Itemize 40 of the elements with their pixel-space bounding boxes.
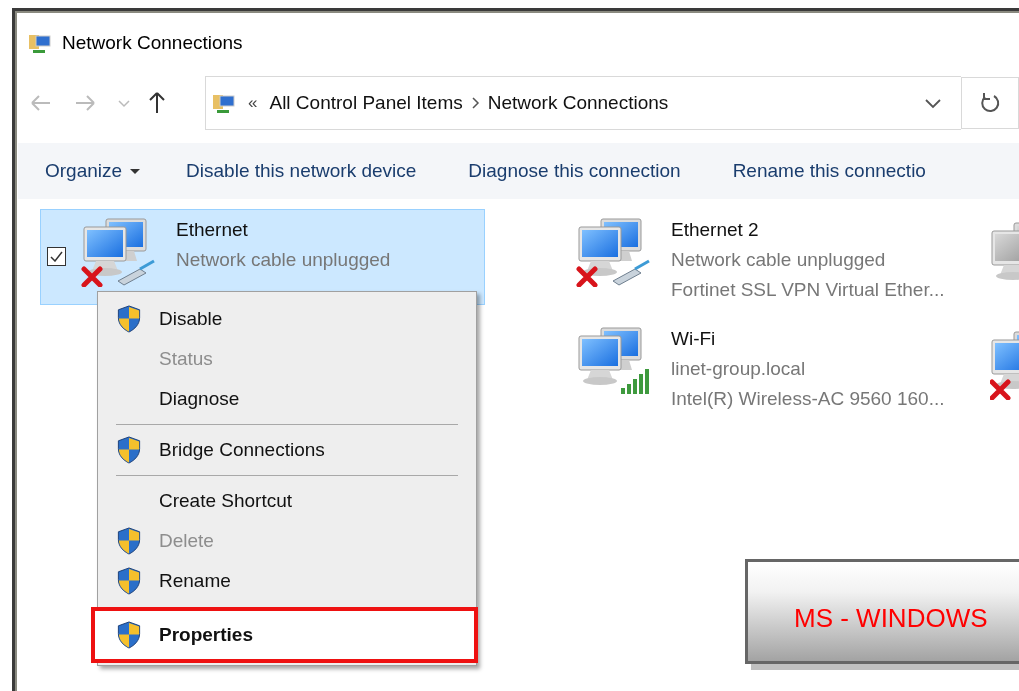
connection-status: Network cable unplugged: [671, 248, 887, 272]
connection-name: Wi-Fi: [671, 327, 717, 351]
command-button[interactable]: Diagnose this connection: [468, 154, 681, 188]
network-folder-icon: [212, 92, 236, 114]
command-button[interactable]: Organize: [45, 154, 141, 188]
chevron-right-icon: [470, 96, 480, 110]
connection-status: Network cable unplugged: [176, 248, 391, 272]
command-button[interactable]: Disable this network device: [186, 154, 417, 188]
menu-item[interactable]: Bridge Connections: [98, 430, 476, 470]
shield-icon: [116, 527, 142, 555]
refresh-button[interactable]: [961, 77, 1019, 129]
overflow-chevrons[interactable]: «: [248, 93, 258, 113]
refresh-icon: [979, 92, 1001, 114]
command-button[interactable]: Rename this connectio: [732, 154, 926, 188]
dropdown-caret-icon: [130, 168, 141, 174]
address-bar[interactable]: « All Control Panel Items Network Connections: [205, 76, 961, 130]
caption-text: MS - WINDOWS: [794, 603, 988, 634]
up-arrow-icon[interactable]: [148, 91, 166, 115]
shield-icon: [116, 621, 142, 649]
device-name: Fortinet SSL VPN Virtual Ether...: [671, 278, 945, 302]
shield-icon: [116, 436, 142, 464]
shield-icon: [116, 567, 142, 595]
checkmark-icon: [50, 251, 63, 262]
connection-name: Ethernet 2: [671, 218, 760, 242]
menu-item[interactable]: Create Shortcut: [98, 481, 476, 521]
menu-item[interactable]: Diagnose: [98, 379, 476, 419]
breadcrumb-item[interactable]: Network Connections: [487, 92, 669, 114]
connection-item[interactable]: Wi-Fi linet-group.local Intel(R) Wireless-AC 9560 160...: [535, 318, 980, 414]
checkbox[interactable]: [47, 247, 66, 266]
menu-item[interactable]: Properties: [91, 607, 478, 663]
menu-item[interactable]: Rename: [98, 561, 476, 601]
address-dropdown-icon[interactable]: [925, 97, 941, 109]
breadcrumb-item[interactable]: All Control Panel Items: [269, 92, 463, 114]
shield-icon: [116, 305, 142, 333]
connection-name: Ethernet: [176, 218, 249, 242]
connection-status: linet-group.local: [671, 357, 807, 381]
connection-item[interactable]: Ethernet 2 Network cable unplugged Fortinet SSL VPN Virtual Ether...: [535, 209, 980, 305]
device-name: Intel(R) Wireless-AC 9560 160...: [671, 387, 945, 411]
network-folder-icon: [28, 32, 52, 54]
window-title: Network Connections: [62, 32, 243, 54]
